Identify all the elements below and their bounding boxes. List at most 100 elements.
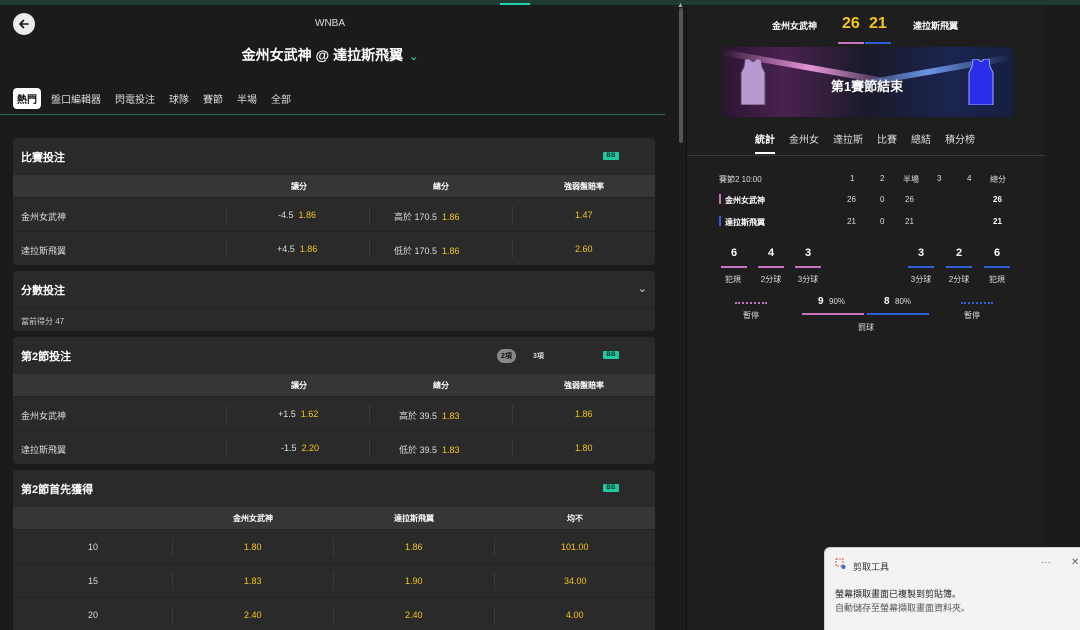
tabs-divider xyxy=(0,114,665,115)
stat-label: 犯規 xyxy=(725,275,741,284)
col-total: 總分 xyxy=(433,381,449,390)
away-ft-made: 8 xyxy=(884,296,890,307)
team-b-odds[interactable]: 1.86 xyxy=(405,542,423,552)
away-timeouts xyxy=(961,302,993,304)
home-team-name: 金州女武神 xyxy=(772,21,818,31)
stat-label: 3分球 xyxy=(797,275,819,284)
table-row: 金州女武神 +1.5 1.62 高於 39.5 1.83 1.86 xyxy=(13,396,655,430)
home-2pt: 4 xyxy=(767,247,775,259)
col-team-b: 達拉斯飛翼 xyxy=(394,514,434,523)
tab-half[interactable]: 半場 xyxy=(233,88,261,109)
home-3pt: 3 xyxy=(804,247,812,259)
bet-builder-badge: BB xyxy=(603,484,619,492)
team-name: 達拉斯飛翼 xyxy=(725,218,765,227)
moneyline-outcome[interactable]: 1.47 xyxy=(575,210,593,220)
stat-underline xyxy=(984,266,1010,268)
market-title: 第2節投注 xyxy=(21,350,72,363)
tab-flash-bet[interactable]: 閃電投注 xyxy=(111,88,159,109)
away-3pt: 3 xyxy=(917,247,925,259)
close-icon[interactable]: ✕ xyxy=(1071,557,1079,568)
stat-label: 2分球 xyxy=(760,275,782,284)
team-b-odds[interactable]: 2.40 xyxy=(405,610,423,620)
q2-score: 0 xyxy=(880,195,885,204)
spread-outcome[interactable]: +1.5 1.62 xyxy=(278,409,318,419)
col-spread: 讓分 xyxy=(291,182,307,191)
spread-outcome[interactable]: +4.5 1.86 xyxy=(277,244,317,254)
none-odds[interactable]: 4.00 xyxy=(566,610,584,620)
tab-quarter[interactable]: 賽節 xyxy=(199,88,227,109)
tab-standings[interactable]: 積分榜 xyxy=(945,131,975,152)
option-pill-2[interactable]: 2項 xyxy=(497,349,516,363)
moneyline-outcome[interactable]: 1.86 xyxy=(575,409,593,419)
away-team-name: 達拉斯飛翼 xyxy=(913,21,959,31)
points-target: 15 xyxy=(88,576,99,586)
spread-outcome[interactable]: -1.5 2.20 xyxy=(281,443,319,453)
stat-underline xyxy=(721,266,747,268)
total-outcome[interactable]: 高於 39.5 1.83 xyxy=(399,409,460,422)
none-odds[interactable]: 34.00 xyxy=(564,576,587,586)
column-headers: 讓分 總分 強弱盤賠率 xyxy=(13,175,655,197)
market-game-header[interactable]: 比賽投注 BB xyxy=(13,138,655,175)
tab-away-team[interactable]: 達拉斯 xyxy=(833,131,863,152)
ft-label: 罰球 xyxy=(858,323,874,332)
col-team-a: 金州女武神 xyxy=(233,514,273,523)
col-none: 均不 xyxy=(567,514,583,523)
spread-outcome[interactable]: -4.5 1.86 xyxy=(278,210,316,220)
market-title: 比賽投注 xyxy=(21,151,65,164)
away-score-underline xyxy=(865,42,891,44)
tab-game[interactable]: 比賽 xyxy=(877,131,897,152)
scrollbar-thumb[interactable] xyxy=(679,8,683,143)
live-stats-pane: 金州女武神 26 21 達拉斯飛翼 第1賽節結束 統計 金州女 達拉斯 比賽 總… xyxy=(686,5,1045,630)
snipping-tool-toast[interactable]: 剪取工具 ··· ✕ 螢幕擷取畫面已複製到剪貼簿。 自動儲存至螢幕擷取畫面資料夾… xyxy=(824,547,1080,630)
team-a-odds[interactable]: 2.40 xyxy=(244,610,262,620)
moneyline-outcome[interactable]: 1.80 xyxy=(575,443,593,453)
market-q2-header[interactable]: 第2節投注 2項 3項 BB xyxy=(13,337,655,374)
away-fouls: 6 xyxy=(993,247,1001,259)
bet-builder-badge: BB xyxy=(603,351,619,359)
markets-pane: WNBA 金州女武神 @ 達拉斯飛翼 ⌄ 熱門 盤口編輯器 閃電投注 球隊 賽節 … xyxy=(0,5,670,630)
chevron-down-icon[interactable]: ⌄ xyxy=(638,282,647,295)
team-name: 達拉斯飛翼 xyxy=(21,445,67,455)
market-q2: 第2節投注 2項 3項 BB 讓分 總分 強弱盤賠率 金州女武神 +1.5 1.… xyxy=(13,337,655,464)
team-a-odds[interactable]: 1.80 xyxy=(244,542,262,552)
tab-team[interactable]: 球隊 xyxy=(165,88,193,109)
market-race-header[interactable]: 第2節首先獲得 BB xyxy=(13,470,655,507)
stat-label: 2分球 xyxy=(948,275,970,284)
col-moneyline: 強弱盤賠率 xyxy=(564,182,604,191)
q1-score: 21 xyxy=(847,217,856,226)
total-outcome[interactable]: 低於 39.5 1.83 xyxy=(399,443,460,456)
none-odds[interactable]: 101.00 xyxy=(561,542,589,552)
header-q3: 3 xyxy=(937,174,942,183)
tab-home-team[interactable]: 金州女 xyxy=(789,131,819,152)
tab-market-editor[interactable]: 盤口編輯器 xyxy=(47,88,105,109)
toast-app-name: 剪取工具 xyxy=(853,562,890,572)
team-name: 金州女武神 xyxy=(21,411,67,421)
col-moneyline: 強弱盤賠率 xyxy=(564,381,604,390)
home-fouls: 6 xyxy=(730,247,738,259)
match-title[interactable]: 金州女武神 @ 達拉斯飛翼 ⌄ xyxy=(0,45,660,65)
moneyline-outcome[interactable]: 2.60 xyxy=(575,244,593,254)
team-a-odds[interactable]: 1.83 xyxy=(244,576,262,586)
app-window: WNBA 金州女武神 @ 達拉斯飛翼 ⌄ 熱門 盤口編輯器 閃電投注 球隊 賽節 … xyxy=(0,0,1080,630)
total-outcome[interactable]: 高於 170.5 1.86 xyxy=(394,210,460,223)
current-score: 當前得分 47 xyxy=(13,308,655,330)
tab-all[interactable]: 全部 xyxy=(267,88,295,109)
market-points-header[interactable]: 分數投注 ⌄ xyxy=(13,271,655,308)
stat-label: 犯規 xyxy=(989,275,1005,284)
points-target: 20 xyxy=(88,610,99,620)
stat-underline xyxy=(908,266,934,268)
tab-summary[interactable]: 總結 xyxy=(911,131,931,152)
option-pill-3[interactable]: 3項 xyxy=(529,349,548,363)
home-ft-made: 9 xyxy=(818,296,824,307)
total-outcome[interactable]: 低於 170.5 1.86 xyxy=(394,244,460,257)
home-score: 26 xyxy=(842,15,860,32)
tab-hot[interactable]: 熱門 xyxy=(13,88,41,109)
home-score-underline xyxy=(838,42,864,44)
tab-stats[interactable]: 統計 xyxy=(755,131,775,154)
table-row: 達拉斯飛翼 +4.5 1.86 低於 170.5 1.86 2.60 xyxy=(13,231,655,265)
col-total: 總分 xyxy=(433,182,449,191)
column-headers: 金州女武神 達拉斯飛翼 均不 xyxy=(13,507,655,529)
team-b-odds[interactable]: 1.90 xyxy=(405,576,423,586)
more-icon[interactable]: ··· xyxy=(1041,557,1051,568)
team-name: 金州女武神 xyxy=(725,196,765,205)
